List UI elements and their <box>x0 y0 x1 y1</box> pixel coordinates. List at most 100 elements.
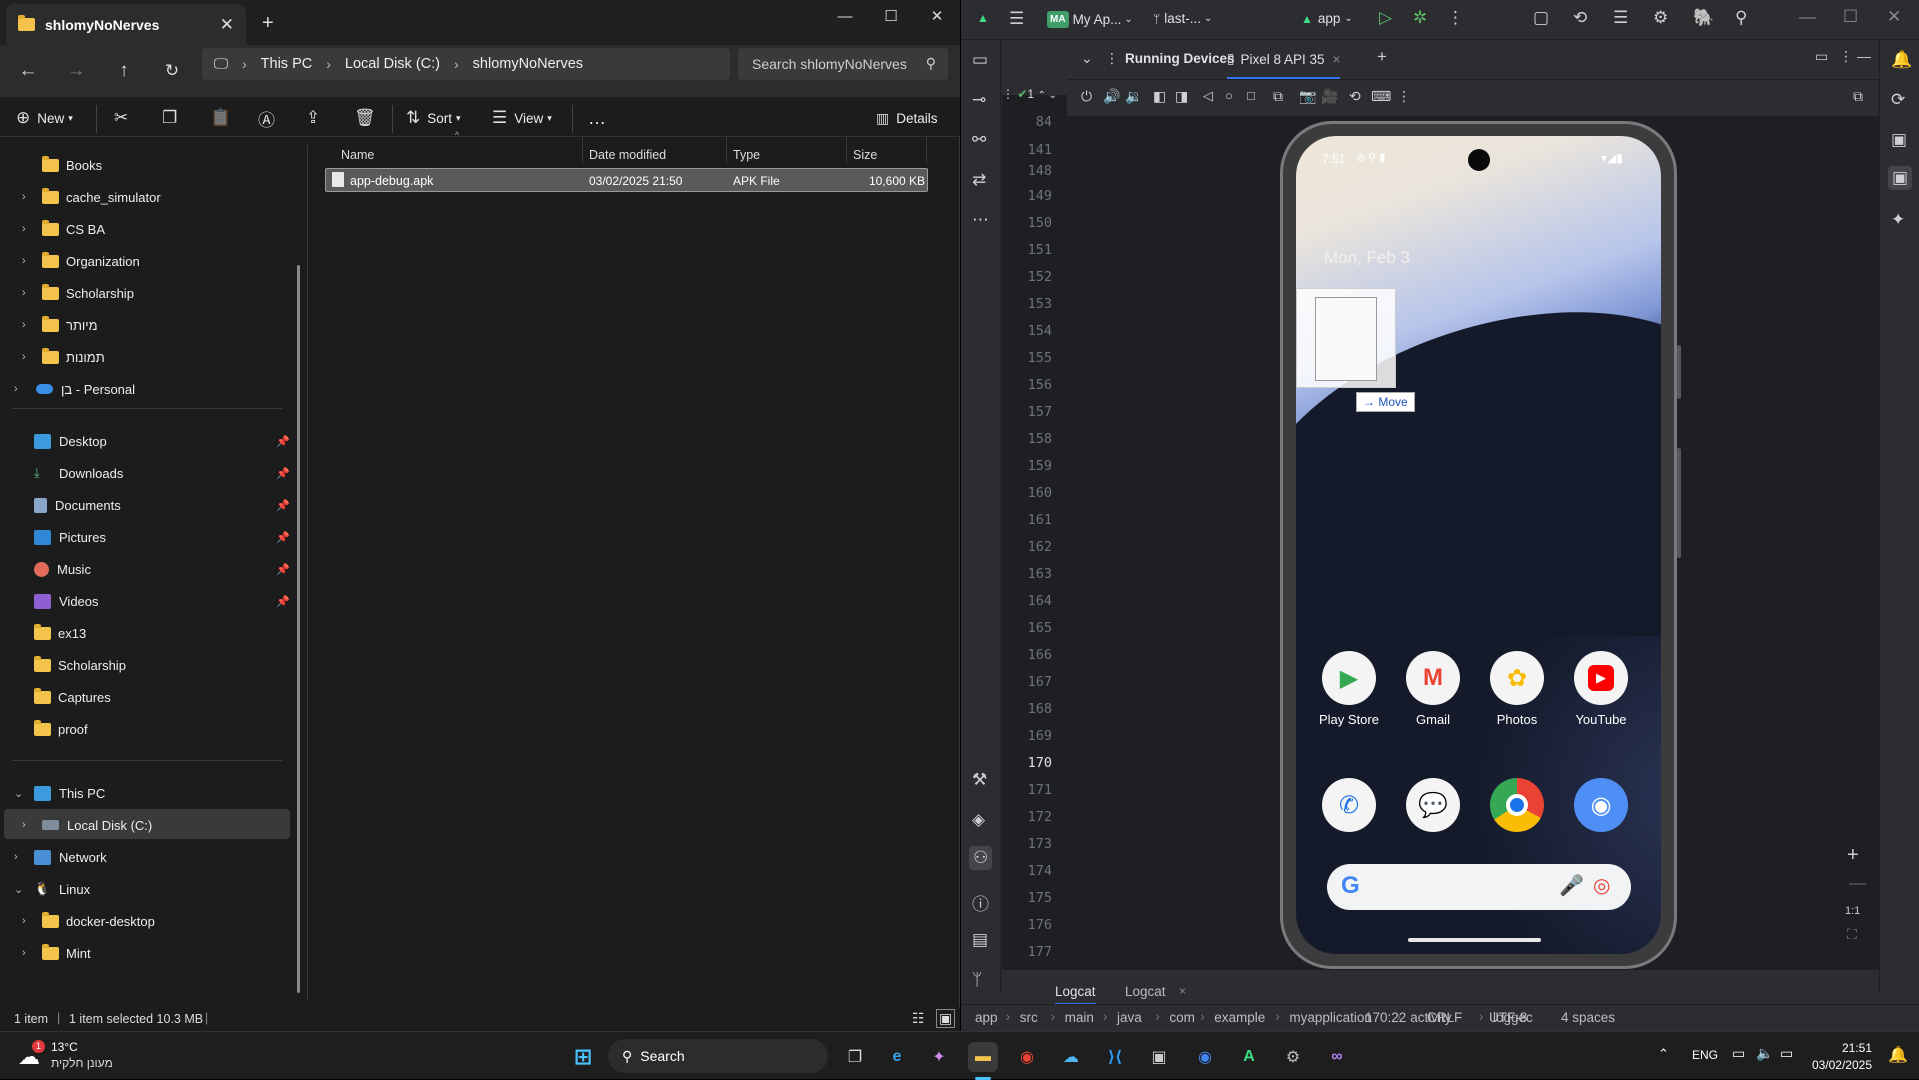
visual-studio-icon[interactable]: ∞ <box>1322 1042 1352 1072</box>
column-header-name[interactable]: Name <box>341 148 374 162</box>
chevron-right-icon[interactable]: › <box>22 255 26 267</box>
app-icon[interactable]: ☁ <box>1056 1042 1086 1072</box>
rotate-left-icon[interactable]: ◧ <box>1153 88 1166 105</box>
mirror-icon[interactable]: ⧉ <box>1853 88 1863 105</box>
taskbar-search[interactable]: ⚲ Search <box>608 1039 828 1073</box>
chevron-right-icon[interactable]: › <box>22 287 26 299</box>
phone-power-button[interactable] <box>1677 345 1681 399</box>
paste-button[interactable]: 📋 <box>210 105 238 131</box>
up-button[interactable]: ↑ <box>108 55 140 87</box>
sidebar-item-cache-simulator[interactable]: › cache_simulator <box>22 184 161 210</box>
chevron-right-icon[interactable]: › <box>14 851 18 863</box>
run-icon[interactable]: ▷ <box>1379 8 1392 28</box>
chevron-right-icon[interactable]: › <box>22 319 26 331</box>
chevron-right-icon[interactable]: › <box>22 819 26 831</box>
edge-icon[interactable]: e <box>882 1042 912 1072</box>
file-explorer-icon[interactable]: ▬ <box>968 1042 998 1072</box>
pin-icon[interactable]: 📌 <box>276 467 290 480</box>
column-divider[interactable] <box>582 137 583 163</box>
column-header-size[interactable]: Size <box>853 148 877 162</box>
close-window-button[interactable]: ✕ <box>1887 7 1901 27</box>
sidebar-item-cs-ba[interactable]: › CS BA <box>22 216 105 242</box>
more-vertical-icon[interactable]: ⋮ <box>1447 8 1464 28</box>
chevron-right-icon[interactable]: › <box>22 191 26 203</box>
volume-down-icon[interactable]: 🔉 <box>1125 88 1142 105</box>
sidebar-item-linux[interactable]: ⌄ 🐧 Linux <box>14 876 90 902</box>
tab-logcat-2[interactable]: Logcat <box>1125 984 1166 999</box>
app-camera[interactable]: ◉ <box>1556 778 1646 839</box>
gem-icon[interactable]: ◈ <box>972 810 985 830</box>
explorer-tab[interactable]: shlomyNoNerves ✕ <box>6 4 246 45</box>
app-chrome[interactable] <box>1472 778 1562 839</box>
pull-requests-icon[interactable]: ⇄ <box>972 170 986 190</box>
screen-record-icon[interactable]: 🎥 <box>1321 88 1338 105</box>
close-tab-icon[interactable]: × <box>1179 984 1186 998</box>
power-icon[interactable]: ⏻ <box>1081 88 1092 105</box>
sidebar-item-docker-desktop[interactable]: › docker-desktop <box>22 908 155 934</box>
zoom-in-icon[interactable]: + <box>1847 844 1859 867</box>
cut-button[interactable]: ✂ <box>114 105 135 131</box>
sidebar-item-organization[interactable]: › Organization <box>22 248 140 274</box>
device-manager-icon[interactable]: ▢ <box>1533 8 1549 28</box>
details-button[interactable]: ▥ Details <box>876 105 938 131</box>
details-view-icon[interactable]: ☷ <box>912 1010 925 1027</box>
app-inspection-icon[interactable]: ⟲ <box>1573 8 1587 28</box>
chevron-right-icon[interactable]: › <box>22 223 26 235</box>
sidebar-item-pictures[interactable]: Pictures <box>34 524 106 550</box>
sidebar-scrollbar[interactable] <box>297 265 300 993</box>
chrome-icon[interactable]: ◉ <box>1190 1042 1220 1072</box>
project-folder-icon[interactable]: ▭ <box>972 50 988 70</box>
branch-selector[interactable]: ᛘ last-... ⌄ <box>1153 11 1212 26</box>
phone-screen[interactable]: 7:51 ⊘ ⚲ ▮ ▾◢▮ Mon, Feb 3 ▶ Play Store M… <box>1296 136 1661 954</box>
overview-icon[interactable]: □ <box>1247 88 1255 103</box>
logcat-icon[interactable]: ⚇ <box>969 846 993 870</box>
clock-date[interactable]: 03/02/2025 <box>1806 1058 1872 1072</box>
app-phone[interactable]: ✆ <box>1304 778 1394 839</box>
column-divider[interactable] <box>846 137 847 163</box>
copilot-icon[interactable]: ✦ <box>924 1042 954 1072</box>
breadcrumb-item[interactable]: java <box>1117 1010 1142 1025</box>
pin-icon[interactable]: 📌 <box>276 435 290 448</box>
new-button[interactable]: ⊕ New ▾ <box>16 105 73 131</box>
network-icon[interactable]: ▭ <box>1732 1045 1745 1062</box>
pin-icon[interactable]: 📌 <box>276 563 290 576</box>
share-button[interactable]: ⇪ <box>306 105 327 131</box>
snapshot-icon[interactable]: ⟲ <box>1349 88 1361 105</box>
device-file-explorer-icon[interactable]: ▣ <box>1891 130 1907 150</box>
notifications-bell-icon[interactable]: 🔔 <box>1888 1045 1908 1065</box>
zoom-out-icon[interactable]: — <box>1849 873 1866 893</box>
column-header-date[interactable]: Date modified <box>589 148 666 162</box>
commit-icon[interactable]: ⊸ <box>972 90 986 110</box>
column-divider[interactable] <box>726 137 727 163</box>
sidebar-item-music[interactable]: Music <box>34 556 91 582</box>
terminal-icon[interactable]: ▤ <box>972 930 988 950</box>
close-window-button[interactable]: ✕ <box>914 0 960 32</box>
hamburger-menu-icon[interactable]: ☰ <box>1009 9 1024 29</box>
sort-button[interactable]: ⇅ Sort ▾ <box>406 105 461 131</box>
sync-icon[interactable]: ☰ <box>1613 8 1628 28</box>
gesture-bar[interactable] <box>1408 938 1541 942</box>
phone-volume-button[interactable] <box>1677 448 1681 558</box>
chevron-down-icon[interactable]: ⌄ <box>14 883 23 896</box>
task-view-icon[interactable]: ❐ <box>840 1042 870 1072</box>
build-icon[interactable]: ⚒ <box>972 770 987 790</box>
search-input[interactable]: Search shlomyNoNerves ⚲ <box>738 48 948 80</box>
hide-panel-icon[interactable]: — <box>1857 48 1871 64</box>
status-indent[interactable]: 4 spaces <box>1561 1010 1615 1025</box>
settings-gear-icon[interactable]: ⚙ <box>1278 1042 1308 1072</box>
tab-pixel-8[interactable]: ▯ Pixel 8 API 35 × <box>1227 51 1341 79</box>
sidebar-item-captures[interactable]: Captures <box>34 684 111 710</box>
battery-icon[interactable]: ▭ <box>1780 1045 1793 1062</box>
status-position[interactable]: 170:22 <box>1365 1010 1406 1025</box>
sidebar-item-ex13[interactable]: ex13 <box>34 620 86 646</box>
more-vertical-icon[interactable]: ⋮ <box>1105 50 1119 67</box>
column-divider[interactable] <box>926 137 927 163</box>
breadcrumb-item[interactable]: myapplication <box>1289 1010 1372 1025</box>
sidebar-item-this-pc[interactable]: ⌄ This PC <box>14 780 105 806</box>
sidebar-item-scholarship[interactable]: › Scholarship <box>22 280 134 306</box>
sidebar-item-hebrew-1[interactable]: › מיותר <box>22 312 98 338</box>
structure-icon[interactable]: ⚯ <box>972 130 986 150</box>
search-icon[interactable]: ⚲ <box>1735 8 1747 28</box>
zoom-fit-icon[interactable]: ⛶ <box>1847 926 1857 943</box>
chevron-right-icon[interactable]: › <box>22 351 26 363</box>
